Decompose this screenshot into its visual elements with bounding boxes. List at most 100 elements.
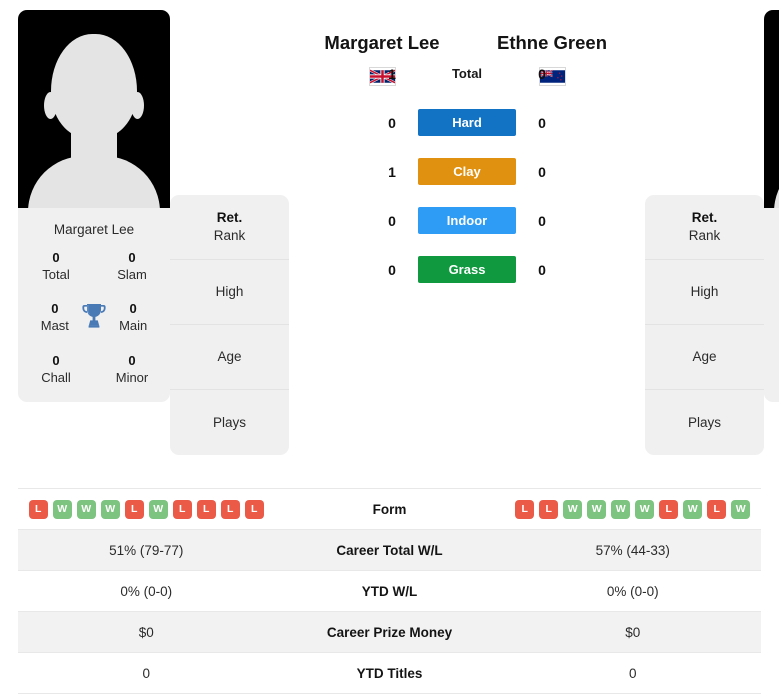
trophy-mast: 0 Mast (30, 300, 80, 334)
trophy-chall: 0 Chall (30, 352, 82, 386)
right-player-photo (764, 10, 779, 208)
right-trophy-grid: 0 Total 0 Slam 0 Mast (764, 249, 779, 402)
form-badge-win: W (563, 499, 583, 519)
trophy-row-chall-minor: 0 Chall 0 Minor (770, 352, 779, 386)
right-rank-label: Rank (688, 228, 721, 243)
form-badge-loss: L (196, 499, 216, 519)
left-plays-label: Plays (212, 414, 246, 430)
form-badge-win: W (100, 499, 120, 519)
right-player-card-name: Ethne Green (764, 208, 779, 249)
h2h-row-grass: 0 Grass 0 (295, 256, 639, 283)
left-player-photo (18, 10, 170, 208)
trophy-slam: 0 Slam (106, 249, 158, 283)
right-ytd-wl: 0% (0-0) (606, 583, 659, 599)
form-badge-loss: L (28, 499, 48, 519)
form-badge-loss: L (172, 499, 192, 519)
form-badge-win: W (731, 499, 751, 519)
h2h-total-label: Total (451, 66, 483, 81)
trophy-slam-value: 0 (128, 250, 136, 265)
right-age-label: Age (692, 349, 717, 365)
trophy-row-total-slam: 0 Total 0 Slam (24, 249, 164, 283)
left-high-label: High (215, 284, 244, 300)
head-to-head-column: Margaret Lee Ethne Green 1 Total 0 0 Har… (289, 10, 645, 283)
right-info-high: High (645, 260, 764, 325)
table-row-form: LWWWLWLLLL Form LLWWWWLWLW (18, 489, 761, 530)
player-comparison-page: Margaret Lee 0 Total 0 Slam 0 Mast 0 Mai… (0, 0, 779, 699)
row-label-career-prize-money: Career Prize Money (326, 624, 453, 640)
trophy-icon (80, 300, 109, 328)
left-form-badges: LWWWLWLLLL (18, 499, 275, 519)
left-ytd-wl: 0% (0-0) (120, 583, 173, 599)
right-ytd-titles: 0 (628, 665, 637, 681)
avatar-silhouette-icon (764, 18, 779, 208)
trophy-mast-value: 0 (51, 301, 59, 317)
form-badge-win: W (52, 499, 72, 519)
left-info-age: Age (170, 325, 289, 390)
left-age-label: Age (217, 349, 242, 365)
table-row-career-total-wl: 51% (79-77) Career Total W/L 57% (44-33) (18, 530, 761, 571)
trophy-slam-label: Slam (117, 267, 147, 283)
row-label-ytd-wl: YTD W/L (361, 583, 418, 599)
h2h-indoor-right-score: 0 (538, 212, 546, 229)
right-career-total-wl: 57% (44-33) (595, 542, 670, 558)
form-badge-win: W (611, 499, 631, 519)
comparison-stats-table: LWWWLWLLLL Form LLWWWWLWLW 51% (79-77) C… (18, 488, 761, 694)
avatar-silhouette-icon (18, 18, 170, 208)
trophy-minor-label: Minor (115, 369, 149, 385)
left-player-name: Margaret Lee (324, 32, 440, 53)
trophy-row-chall-minor: 0 Chall 0 Minor (24, 352, 164, 386)
h2h-hard-right-score: 0 (538, 114, 546, 131)
right-career-prize-money: $0 (625, 624, 641, 640)
table-row-career-prize-money: $0 Career Prize Money $0 (18, 612, 761, 653)
left-info-high: High (170, 260, 289, 325)
h2h-clay-right-score: 0 (538, 163, 546, 180)
right-plays-label: Plays (687, 414, 721, 430)
h2h-surface-list: 1 Total 0 0 Hard 0 1 Clay 0 0 Indoor 0 0… (295, 60, 639, 283)
right-info-card: Ret. Rank High Age Plays (645, 195, 764, 455)
right-player-name: Ethne Green (497, 32, 607, 53)
h2h-row-hard: 0 Hard 0 (295, 109, 639, 136)
trophy-minor-value: 0 (128, 352, 136, 368)
form-badge-loss: L (220, 499, 240, 519)
h2h-indoor-badge[interactable]: Indoor (418, 207, 516, 234)
left-info-rank: Ret. Rank (170, 195, 289, 260)
form-badge-loss: L (244, 499, 264, 519)
left-rank-strong: Ret. (216, 210, 243, 226)
form-badge-win: W (148, 499, 168, 519)
form-badge-loss: L (515, 499, 535, 519)
h2h-clay-badge[interactable]: Clay (418, 158, 516, 185)
form-badge-loss: L (539, 499, 559, 519)
right-info-column: Ret. Rank High Age Plays (645, 10, 764, 455)
trophy-mast-label: Mast (40, 318, 69, 334)
right-player-column: Ethne Green 0 Total 0 Slam (764, 10, 779, 402)
left-info-plays: Plays (170, 390, 289, 455)
comparison-header: Margaret Lee 0 Total 0 Slam 0 Mast 0 Mai… (0, 0, 779, 470)
form-badge-win: W (76, 499, 96, 519)
trophy-row-mast-main: 0 Mast (770, 300, 779, 334)
h2h-grass-badge[interactable]: Grass (418, 256, 516, 283)
left-player-column: Margaret Lee 0 Total 0 Slam 0 Mast 0 Mai… (18, 10, 170, 402)
h2h-row-clay: 1 Clay 0 (295, 158, 639, 185)
left-career-total-wl: 51% (79-77) (109, 542, 184, 558)
right-player-card[interactable]: Ethne Green 0 Total 0 Slam (764, 10, 779, 402)
form-badge-loss: L (659, 499, 679, 519)
trophy-main-label: Main (119, 318, 148, 334)
trophy-main: 0 Main (108, 300, 158, 334)
form-badge-win: W (683, 499, 703, 519)
h2h-hard-badge[interactable]: Hard (418, 109, 516, 136)
form-badge-loss: L (707, 499, 727, 519)
trophy-total: 0 Total (30, 249, 82, 283)
h2h-row-total: 1 Total 0 (295, 60, 639, 87)
trophy-chall-label: Chall (41, 369, 71, 385)
form-badge-win: W (635, 499, 655, 519)
h2h-total-left-score: 1 (388, 65, 396, 82)
right-info-age: Age (645, 325, 764, 390)
left-player-card[interactable]: Margaret Lee 0 Total 0 Slam 0 Mast 0 Mai… (18, 10, 170, 402)
trophy-total-value: 0 (52, 250, 60, 265)
h2h-grass-left-score: 0 (388, 261, 396, 278)
table-row-ytd-wl: 0% (0-0) YTD W/L 0% (0-0) (18, 571, 761, 612)
left-player-card-name: Margaret Lee (53, 222, 135, 237)
form-badge-loss: L (124, 499, 144, 519)
h2h-total-right-score: 0 (538, 65, 546, 82)
player-names-row: Margaret Lee Ethne Green (295, 10, 639, 54)
